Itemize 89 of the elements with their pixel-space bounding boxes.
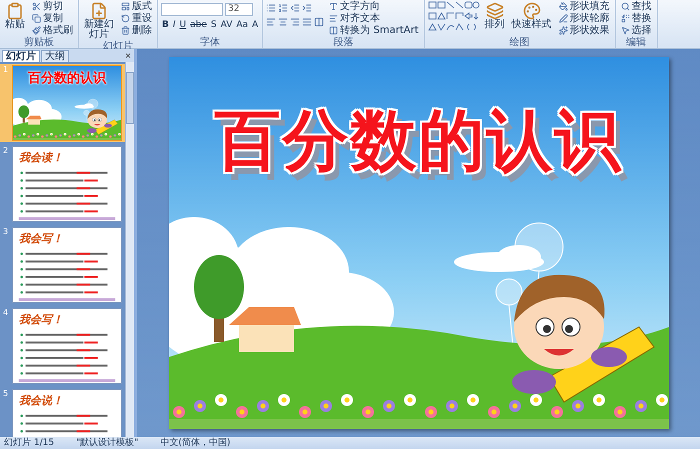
thumbnail-heading: 我会读！ [18,150,64,165]
pane-tab[interactable]: 幻灯片 [2,50,40,62]
sparkles-icon [558,26,568,35]
ribbon-small-button[interactable]: 查找 [618,1,654,12]
slide-number: 5 [2,389,10,400]
ribbon-large-button[interactable]: 新建幻灯片 [82,1,116,41]
copy-icon [32,14,41,23]
group-label: 段落 [332,37,354,48]
columns-icon [329,26,338,35]
text-direction-icon [329,2,338,11]
format-button[interactable]: I [172,20,177,30]
thumbnail-heading: 我会写！ [18,231,64,246]
ribbon-large-button[interactable]: 排列 [482,1,507,31]
slide-thumbnail[interactable]: 我会读！ [12,146,122,222]
ribbon-small-button[interactable]: 剪切 [30,1,75,12]
paintbrush-icon [32,26,41,35]
slide-thumbnail[interactable]: 我会说！ [12,389,122,437]
ribbon-small-button[interactable]: 文字方向 [327,1,421,12]
shapes-gallery-drawing[interactable] [428,1,480,33]
slide-thumbnail-row[interactable]: 2 我会读！ [0,145,125,223]
align-text-icon [329,14,338,23]
ribbon-small-button[interactable]: 形状效果 [556,25,612,36]
format-button[interactable]: abe [189,20,208,30]
ribbon-small-button[interactable]: 形状填充 [556,1,612,12]
format-button[interactable]: A [251,20,260,30]
ribbon-small-button[interactable]: 版式 [119,1,154,12]
slide-number: 2 [2,146,10,157]
thumbnail-heading: 我会写！ [18,312,64,327]
numbered-list-icon[interactable] [278,3,288,13]
ribbon-small-button[interactable]: 格式刷 [30,25,75,36]
layers-icon [486,2,504,20]
ribbon-large-button[interactable]: 快速样式 [510,1,554,31]
pane-tab[interactable]: 大纲 [41,50,69,62]
align-center-icon[interactable] [278,17,288,27]
font-name-field[interactable] [161,3,223,16]
ribbon-small-button[interactable]: 删除 [119,25,154,36]
ribbon-small-button[interactable]: 选择 [618,25,654,36]
language-indicator: 中文(简体，中国) [160,437,230,449]
pointer-icon [620,26,630,35]
trash-icon [121,26,130,35]
scissors-icon [32,2,41,11]
bullet-list-icon[interactable] [266,3,276,13]
slide-title: 百分数的认识 [214,105,622,178]
outdent-icon[interactable] [290,3,300,13]
ribbon-small-button[interactable]: 替换 [618,13,654,24]
format-button[interactable]: Aa [235,20,250,30]
slide-counter: 幻灯片 1/15 [4,437,54,449]
group-label: 绘图 [508,37,531,48]
thumbnail-heading: 我会说！ [18,393,64,408]
slide-thumbnail[interactable]: 我会写！ [12,308,122,384]
paint-bucket-icon [558,2,568,11]
ribbon-small-button[interactable]: 转换为 SmartArt [327,25,421,36]
slide-thumbnail-row[interactable]: 5 我会说！ [0,388,125,437]
close-button[interactable]: × [122,51,134,62]
ribbon-small-button[interactable]: 对齐文本 [327,13,421,24]
group-label: 字体 [199,37,222,48]
slide-number: 4 [2,308,10,319]
justify-icon[interactable] [302,17,312,27]
ribbon-small-button[interactable]: 形状轮廓 [556,13,612,24]
slide-number: 3 [2,227,10,238]
new-slide-icon [90,2,108,20]
slide-number: 1 [2,65,10,76]
format-button[interactable]: B [161,20,170,30]
align-left-icon[interactable] [266,17,276,27]
group-label: 编辑 [625,37,648,48]
reset-icon [121,14,130,23]
slide-thumbnail-row[interactable]: 4 我会写！ [0,307,125,385]
columns-icon[interactable] [314,17,324,27]
search-icon [620,2,630,11]
slide-thumbnail-row[interactable]: 3 我会写！ [0,226,125,304]
theme-name: "默认设计模板" [76,437,138,449]
align-right-icon[interactable] [290,17,300,27]
ribbon-large-button[interactable]: 粘贴 [3,1,27,31]
ribbon-small-button[interactable]: 重设 [119,13,154,24]
pen-icon [558,14,568,23]
clipboard-icon [6,2,24,20]
indent-icon[interactable] [302,3,312,13]
format-button[interactable]: U [178,20,188,30]
layout-icon [121,2,130,11]
ribbon-small-button[interactable]: 复制 [30,13,75,24]
group-label: 剪贴板 [23,37,55,48]
replace-icon [620,14,630,23]
slide-thumbnail[interactable]: 我会写！ [12,227,122,303]
format-button[interactable]: S [210,20,218,30]
scrollbar[interactable] [125,62,134,437]
palette-icon [522,2,541,20]
thumbnail-title: 百分数的认识 [28,72,106,86]
format-button[interactable]: AV [220,20,234,30]
font-size-field[interactable]: 32 [225,3,253,16]
